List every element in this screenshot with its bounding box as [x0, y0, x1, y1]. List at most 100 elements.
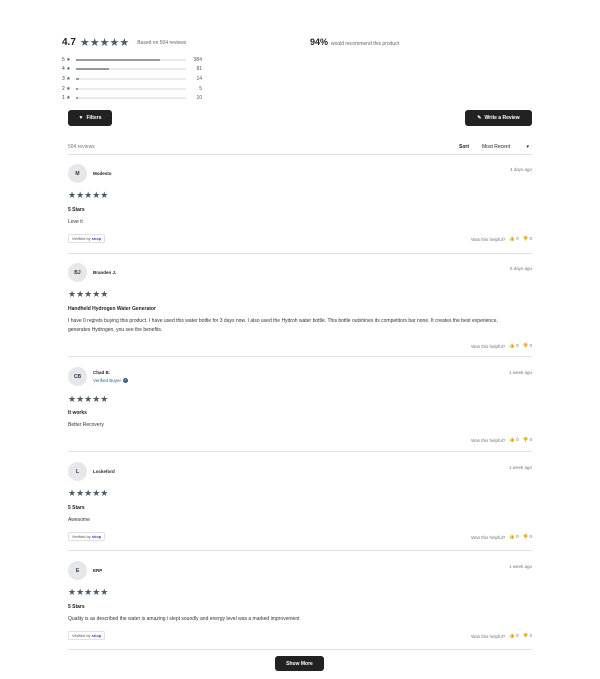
write-review-label: Write a Review	[484, 115, 520, 121]
review-date: 4 days ago	[509, 167, 532, 172]
helpful-votes: Was this helpful? 👍 0 👎 0	[471, 437, 532, 443]
star-icon: ★	[66, 85, 71, 92]
thumbs-down-button[interactable]: 👎 0	[523, 236, 532, 242]
review-title: 5 Stars	[68, 604, 85, 610]
average-stars: ★★★★★	[79, 37, 130, 49]
histogram-bar	[76, 87, 186, 90]
review-item: E ERP 1 week ago ★★★★★ 5 Stars Quality i…	[68, 556, 532, 650]
avatar: L	[68, 462, 87, 481]
star-icon: ★	[66, 56, 71, 63]
thumbs-up-button[interactable]: 👍 0	[509, 534, 518, 540]
histogram-bar	[76, 97, 186, 100]
review-body: Awesome	[68, 517, 90, 523]
sort-value: Most Recent	[482, 144, 511, 150]
histogram-row[interactable]: 5 ★ 384	[62, 55, 202, 65]
write-review-button[interactable]: ✎ Write a Review	[465, 110, 532, 126]
avatar: E	[68, 561, 87, 580]
star-icon: ★	[66, 75, 71, 82]
show-more-label: Show More	[286, 660, 313, 667]
review-body: I have 0 regrets buying this product. I …	[68, 318, 498, 333]
histogram-count: 5	[199, 85, 202, 92]
verified-by-shop-badge: Verified by shop	[68, 234, 106, 243]
histogram-bar	[76, 58, 186, 61]
review-date: 6 days ago	[509, 266, 532, 271]
thumbs-down-button[interactable]: 👎 0	[523, 534, 532, 540]
histogram-bar-fill	[76, 97, 79, 100]
thumbs-down-button[interactable]: 👎 0	[523, 437, 532, 443]
filters-button[interactable]: ▼ Filters	[68, 110, 112, 126]
histogram-row[interactable]: 4 ★ 81	[62, 65, 202, 75]
review-item: CB Chad B. Verified Buyer ✓ 1 week ago ★…	[68, 362, 532, 452]
recommend-text: would recommend this product	[331, 41, 400, 47]
review-stars: ★★★★★	[68, 289, 109, 299]
histogram-star-label: 1	[62, 95, 65, 102]
review-body: Better Recovery	[68, 422, 104, 428]
review-item: L Lockeford 1 week ago ★★★★★ 5 Stars Awe…	[68, 457, 532, 551]
review-body: Love it	[68, 219, 83, 225]
histogram-row[interactable]: 3 ★ 14	[62, 74, 202, 84]
verified-by-label: Verified by	[72, 236, 91, 241]
histogram-row[interactable]: 1 ★ 10	[62, 93, 202, 103]
recommend-percentage: 94%	[310, 37, 329, 47]
review-date: 1 week ago	[508, 370, 532, 375]
helpful-label: Was this helpful?	[471, 343, 506, 349]
histogram-star-label: 5	[62, 56, 65, 63]
review-stars: ★★★★★	[68, 394, 109, 404]
thumbs-up-button[interactable]: 👍 0	[509, 633, 518, 639]
verified-by-label: Verified by	[72, 633, 91, 638]
histogram-count: 10	[196, 95, 202, 102]
review-title: It works	[68, 410, 87, 416]
sort-dropdown[interactable]: Most Recent ▾	[482, 144, 532, 150]
avatar: M	[68, 164, 87, 183]
filters-button-label: Filters	[86, 115, 102, 121]
shop-logo: shop	[91, 633, 102, 638]
helpful-label: Was this helpful?	[471, 633, 506, 639]
review-date: 1 week ago	[508, 564, 532, 569]
thumbs-down-button[interactable]: 👎 0	[523, 633, 532, 639]
thumbs-down-button[interactable]: 👎 0	[523, 343, 532, 349]
review-stars: ★★★★★	[68, 190, 109, 200]
histogram-star-label: 3	[62, 75, 65, 82]
thumbs-up-button[interactable]: 👍 0	[509, 343, 518, 349]
review-author: Branden J.	[93, 270, 117, 275]
histogram-bar	[76, 77, 186, 80]
helpful-votes: Was this helpful? 👍 0 👎 0	[471, 343, 532, 349]
helpful-votes: Was this helpful? 👍 0 👎 0	[471, 633, 532, 639]
sort-label: Sort	[459, 144, 469, 150]
avatar: CB	[68, 367, 87, 386]
filter-icon: ▼	[78, 115, 84, 121]
verified-by-shop-badge: Verified by shop	[68, 532, 106, 541]
histogram-star-label: 4	[62, 66, 65, 73]
helpful-votes: Was this helpful? 👍 0 👎 0	[471, 236, 532, 242]
histogram-bar-fill	[76, 58, 160, 61]
shop-logo: shop	[91, 534, 102, 539]
helpful-votes: Was this helpful? 👍 0 👎 0	[471, 534, 532, 540]
helpful-label: Was this helpful?	[471, 437, 506, 443]
avatar: BJ	[68, 263, 87, 282]
review-title: 5 Stars	[68, 505, 85, 511]
show-more-button[interactable]: Show More	[275, 656, 324, 671]
histogram-bar-fill	[76, 77, 80, 80]
review-body: Quality is as described the water is ama…	[68, 616, 300, 622]
helpful-label: Was this helpful?	[471, 236, 506, 242]
reviews-list-header: 504 reviews Sort Most Recent ▾	[68, 143, 532, 155]
review-title: Handheld Hydrogen Water Generator	[68, 306, 156, 312]
thumbs-up-button[interactable]: 👍 0	[509, 236, 518, 242]
verified-by-label: Verified by	[72, 534, 91, 539]
average-rating-value: 4.7	[62, 37, 76, 48]
average-rating: 4.7 ★★★★★ Based on 504 reviews	[62, 36, 186, 49]
review-title: 5 Stars	[68, 207, 85, 213]
verified-buyer-label: Verified Buyer	[93, 378, 122, 383]
rating-histogram: 5 ★ 384 4 ★ 81 3 ★ 14 2 ★ 5 1 ★ 10	[62, 55, 202, 103]
histogram-bar	[76, 68, 186, 71]
shop-logo: shop	[91, 236, 102, 241]
histogram-count: 384	[193, 56, 202, 63]
histogram-bar-fill	[76, 87, 79, 90]
reviews-count: 504 reviews	[68, 144, 95, 150]
based-on-label: Based on 504 reviews	[137, 39, 187, 46]
histogram-star-label: 2	[62, 85, 65, 92]
histogram-row[interactable]: 2 ★ 5	[62, 84, 202, 94]
review-author: Modesto	[93, 171, 112, 176]
review-item: M Modesto 4 days ago ★★★★★ 5 Stars Love …	[68, 160, 532, 254]
thumbs-up-button[interactable]: 👍 0	[509, 437, 518, 443]
